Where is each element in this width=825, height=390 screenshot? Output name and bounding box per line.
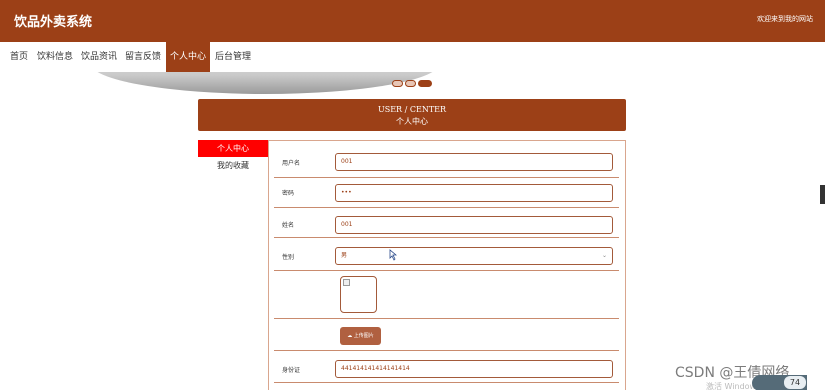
top-header-bar: 饮品外卖系统 欢迎来到我的网站 xyxy=(0,0,825,42)
nav-item-drinks[interactable]: 饮料信息 xyxy=(33,42,77,72)
nav-item-feedback[interactable]: 留言反馈 xyxy=(121,42,165,72)
idcard-label: 身份证 xyxy=(282,367,301,374)
section-title-cn: 个人中心 xyxy=(396,117,428,126)
gender-label: 性别 xyxy=(282,254,295,261)
carousel-dot[interactable] xyxy=(405,80,416,87)
nav-item-user-center[interactable]: 个人中心 xyxy=(166,42,211,72)
nav-item-home[interactable]: 首页 xyxy=(6,42,32,72)
carousel-dots xyxy=(392,80,432,87)
sidebar-item-user-center[interactable]: 个人中心 xyxy=(198,140,268,157)
avatar-preview xyxy=(340,276,377,313)
pointer-cursor-icon xyxy=(389,249,397,261)
name-input[interactable]: 001 xyxy=(335,216,613,234)
username-input[interactable]: 001 xyxy=(335,153,613,171)
broken-image-icon xyxy=(343,279,350,286)
upload-button-label: 上传图片 xyxy=(353,333,374,339)
name-label: 姓名 xyxy=(282,222,295,229)
welcome-text: 欢迎来到我的网站 xyxy=(757,15,813,23)
password-input[interactable]: ••• xyxy=(335,184,613,202)
gender-select[interactable]: 男 ⌄ xyxy=(335,247,613,265)
upload-image-button[interactable]: ☁ 上传图片 xyxy=(340,327,381,345)
banner-carousel xyxy=(0,72,825,96)
section-title-en: USER / CENTER xyxy=(377,105,447,114)
form-row-idcard: 身份证 441414141414141414 xyxy=(274,351,619,383)
carousel-dot[interactable] xyxy=(392,80,403,87)
sidebar-item-favorites[interactable]: 我的收藏 xyxy=(198,157,268,174)
nav-item-admin[interactable]: 后台管理 xyxy=(211,42,255,72)
chevron-down-icon: ⌄ xyxy=(601,252,607,259)
cloud-upload-icon: ☁ xyxy=(347,333,353,339)
gender-select-value: 男 xyxy=(341,252,348,259)
form-row-name: 姓名 001 xyxy=(274,208,619,238)
banner-image xyxy=(90,72,440,94)
user-sidebar: 个人中心 我的收藏 xyxy=(198,140,268,174)
form-row-username: 用户名 001 xyxy=(274,148,619,178)
form-row-password: 密码 ••• xyxy=(274,178,619,208)
username-label: 用户名 xyxy=(282,160,301,167)
profile-form: 用户名 001 密码 ••• 姓名 001 性别 男 ⌄ ☁ 上传图片 身份证 … xyxy=(268,140,626,390)
carousel-dot-active[interactable] xyxy=(418,80,432,87)
nav-item-news[interactable]: 饮品资讯 xyxy=(77,42,121,72)
form-row-avatar xyxy=(274,271,619,319)
badge-number: 74 xyxy=(784,376,806,389)
idcard-input[interactable]: 441414141414141414 xyxy=(335,360,613,378)
scrollbar-handle[interactable] xyxy=(820,185,825,204)
main-nav: 首页 饮料信息 饮品资讯 留言反馈 个人中心 后台管理 xyxy=(0,42,825,72)
form-row-upload: ☁ 上传图片 xyxy=(274,319,619,351)
password-label: 密码 xyxy=(282,190,295,197)
form-row-gender: 性别 男 ⌄ xyxy=(274,238,619,271)
section-header: USER / CENTER 个人中心 xyxy=(198,99,626,131)
site-title: 饮品外卖系统 xyxy=(14,15,93,30)
